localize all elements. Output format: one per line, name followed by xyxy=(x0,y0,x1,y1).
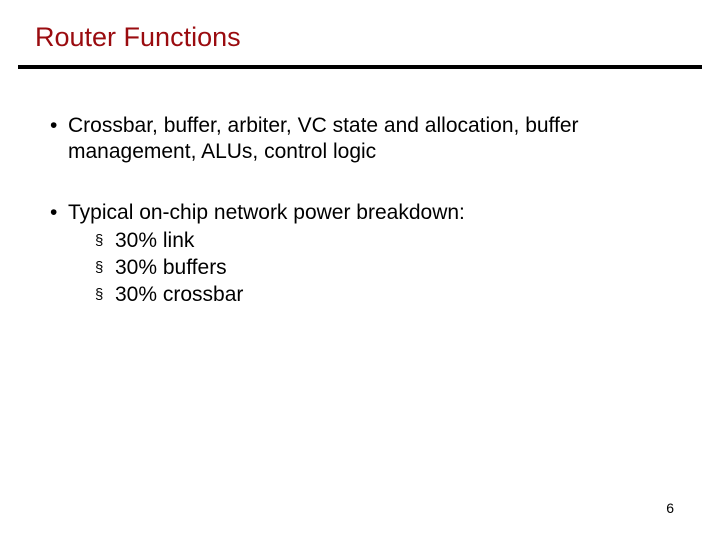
bullet-text: Crossbar, buffer, arbiter, VC state and … xyxy=(68,113,670,166)
sub-bullet-list: § 30% link § 30% buffers § 30% crossbar xyxy=(50,226,670,309)
sub-bullet-text: 30% buffers xyxy=(115,255,227,282)
sub-bullet-text: 30% crossbar xyxy=(115,282,243,309)
square-bullet-icon: § xyxy=(95,255,115,282)
bullet-item: • Crossbar, buffer, arbiter, VC state an… xyxy=(50,113,670,166)
sub-bullet-text: 30% link xyxy=(115,228,194,255)
slide: Router Functions • Crossbar, buffer, arb… xyxy=(0,0,720,540)
bullet-item: • Typical on-chip network power breakdow… xyxy=(50,200,670,309)
sub-bullet-item: § 30% link xyxy=(95,228,670,255)
slide-body: • Crossbar, buffer, arbiter, VC state an… xyxy=(0,69,720,308)
square-bullet-icon: § xyxy=(95,282,115,309)
page-number: 6 xyxy=(666,500,674,516)
sub-bullet-item: § 30% buffers xyxy=(95,255,670,282)
square-bullet-icon: § xyxy=(95,228,115,255)
sub-bullet-item: § 30% crossbar xyxy=(95,282,670,309)
bullet-icon: • xyxy=(50,200,68,226)
bullet-text: Typical on-chip network power breakdown: xyxy=(68,200,670,226)
bullet-icon: • xyxy=(50,113,68,166)
slide-title: Router Functions xyxy=(0,22,720,65)
